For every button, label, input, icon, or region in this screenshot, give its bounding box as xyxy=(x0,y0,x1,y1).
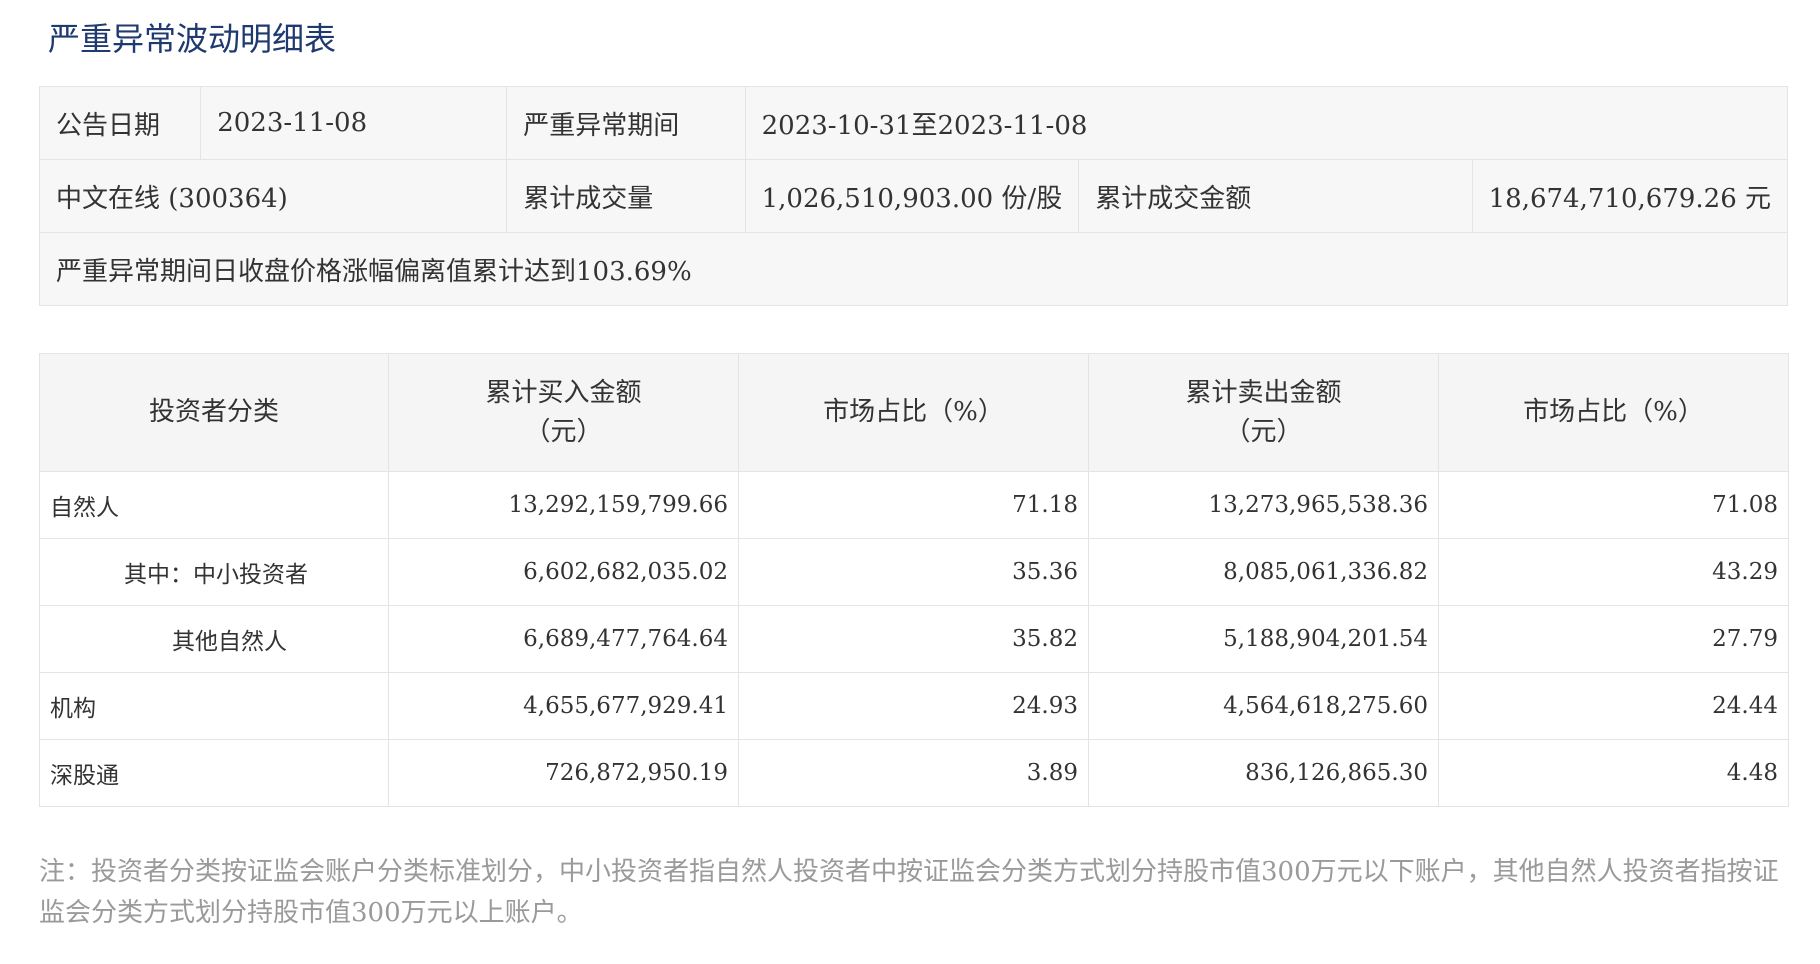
row-buy-amount: 13,292,159,799.66 xyxy=(388,471,739,539)
stock-name: 中文在线 (300364) xyxy=(38,159,508,233)
header-buy-share: 市场占比（%） xyxy=(738,353,1089,472)
amount-value: 18,674,710,679.26 元 xyxy=(1471,159,1789,233)
row-sell-amount: 5,188,904,201.54 xyxy=(1088,605,1439,673)
volume-label: 累计成交量 xyxy=(506,159,746,233)
header-buy-amount: 累计买入金额 （元） xyxy=(388,353,739,472)
row-buy-share: 3.89 xyxy=(738,739,1089,807)
row-category: 深股通 xyxy=(39,739,389,807)
table-row: 其中：中小投资者 6,602,682,035.02 35.36 8,085,06… xyxy=(39,538,1789,606)
page-title: 严重异常波动明细表 xyxy=(48,20,337,58)
summary-table: 公告日期 2023-11-08 严重异常期间 2023-10-31至2023-1… xyxy=(38,86,1789,306)
row-sell-share: 4.48 xyxy=(1438,739,1789,807)
header-sell-amount: 累计卖出金额 （元） xyxy=(1088,353,1439,472)
header-category: 投资者分类 xyxy=(39,353,389,472)
footnote: 注：投资者分类按证监会账户分类标准划分，中小投资者指自然人投资者中按证监会分类方… xyxy=(39,857,1779,928)
summary-row-1: 公告日期 2023-11-08 严重异常期间 2023-10-31至2023-1… xyxy=(38,86,1789,160)
table-row: 深股通 726,872,950.19 3.89 836,126,865.30 4… xyxy=(39,739,1789,807)
row-sell-amount: 836,126,865.30 xyxy=(1088,739,1439,807)
summary-row-3: 严重异常期间日收盘价格涨幅偏离值累计达到103.69% xyxy=(39,232,1788,306)
period-label: 严重异常期间 xyxy=(506,86,746,160)
table-row: 自然人 13,292,159,799.66 71.18 13,273,965,5… xyxy=(39,471,1789,539)
period-value: 2023-10-31至2023-11-08 xyxy=(744,86,1789,160)
investor-detail-table: 投资者分类 累计买入金额 （元） 市场占比（%） 累计卖出金额 （元） 市场占比（%… xyxy=(39,353,1789,807)
volume-value: 1,026,510,903.00 份/股 xyxy=(744,159,1080,233)
deviation-description: 严重异常期间日收盘价格涨幅偏离值累计达到103.69% xyxy=(39,232,1788,306)
row-buy-share: 71.18 xyxy=(738,471,1089,539)
announce-date-label: 公告日期 xyxy=(38,86,202,160)
amount-label: 累计成交金额 xyxy=(1078,159,1473,233)
row-sell-share: 27.79 xyxy=(1438,605,1789,673)
table-row: 其他自然人 6,689,477,764.64 35.82 5,188,904,2… xyxy=(39,605,1789,673)
announce-date-value: 2023-11-08 xyxy=(200,86,508,160)
row-category: 自然人 xyxy=(39,471,389,539)
row-sell-amount: 4,564,618,275.60 xyxy=(1088,672,1439,740)
row-sell-amount: 13,273,965,538.36 xyxy=(1088,471,1439,539)
row-buy-share: 24.93 xyxy=(738,672,1089,740)
row-buy-amount: 726,872,950.19 xyxy=(388,739,739,807)
table-row: 机构 4,655,677,929.41 24.93 4,564,618,275.… xyxy=(39,672,1789,740)
row-sell-share: 71.08 xyxy=(1438,471,1789,539)
table-header-row: 投资者分类 累计买入金额 （元） 市场占比（%） 累计卖出金额 （元） 市场占比（%… xyxy=(39,353,1789,472)
row-category: 机构 xyxy=(39,672,389,740)
row-category: 其中：中小投资者 xyxy=(39,538,389,606)
row-buy-amount: 6,689,477,764.64 xyxy=(388,605,739,673)
row-buy-share: 35.82 xyxy=(738,605,1089,673)
row-sell-share: 43.29 xyxy=(1438,538,1789,606)
row-buy-share: 35.36 xyxy=(738,538,1089,606)
header-sell-share: 市场占比（%） xyxy=(1438,353,1789,472)
row-sell-amount: 8,085,061,336.82 xyxy=(1088,538,1439,606)
row-category: 其他自然人 xyxy=(39,605,389,673)
row-buy-amount: 6,602,682,035.02 xyxy=(388,538,739,606)
row-buy-amount: 4,655,677,929.41 xyxy=(388,672,739,740)
row-sell-share: 24.44 xyxy=(1438,672,1789,740)
summary-row-2: 中文在线 (300364) 累计成交量 1,026,510,903.00 份/股… xyxy=(38,159,1789,233)
